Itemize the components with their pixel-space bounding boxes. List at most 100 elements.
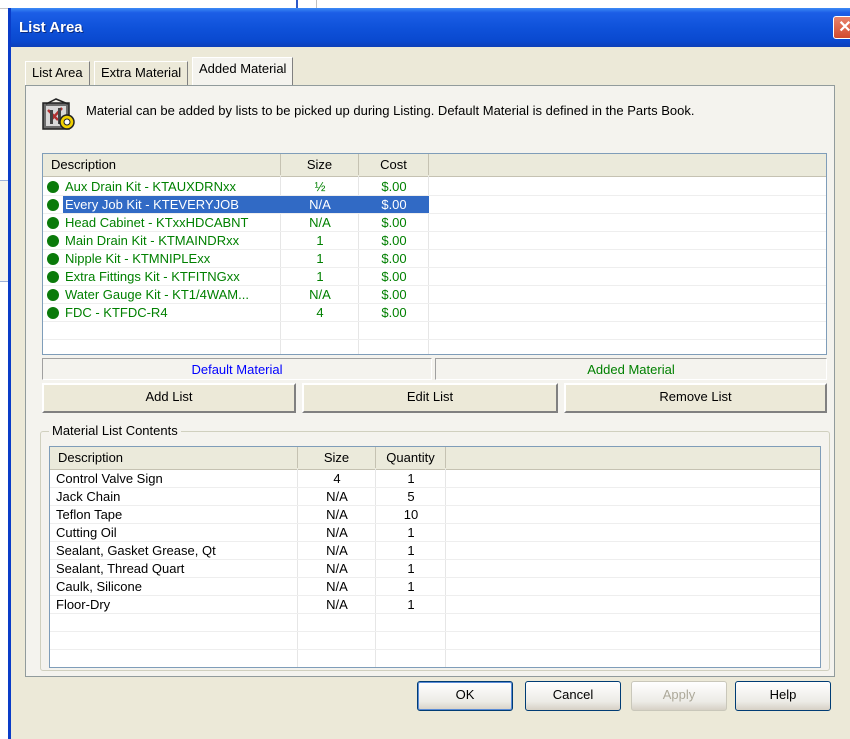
row-description: Main Drain Kit - KTMAINDRxx — [65, 233, 240, 248]
table-row[interactable]: Floor-Dry N/A 1 — [50, 596, 820, 614]
row-size: 1 — [316, 233, 324, 248]
table-row[interactable]: Jack Chain N/A 5 — [50, 488, 820, 506]
table-row[interactable]: Water Gauge Kit - KT1/4WAM... N/A $.00 — [43, 286, 826, 304]
ok-button[interactable]: OK — [417, 681, 513, 711]
row-size: N/A — [281, 196, 359, 214]
window-title: List Area — [19, 19, 83, 36]
table-row[interactable]: Main Drain Kit - KTMAINDRxx 1 $.00 — [43, 232, 826, 250]
row-size: N/A — [326, 561, 348, 576]
column-header-size[interactable]: Size — [298, 447, 376, 468]
row-cost: $.00 — [381, 233, 407, 248]
row-cost: $.00 — [381, 179, 407, 194]
background-divider — [316, 0, 317, 8]
row-size: N/A — [326, 579, 348, 594]
grid-line — [50, 487, 820, 488]
background-divider — [296, 0, 298, 8]
row-quantity: 10 — [403, 507, 419, 522]
row-quantity: 1 — [407, 597, 415, 612]
table-row[interactable]: Caulk, Silicone N/A 1 — [50, 578, 820, 596]
added-material-indicator-icon — [47, 181, 59, 193]
grid-line — [43, 303, 826, 304]
close-button[interactable]: ✕ — [833, 16, 850, 39]
apply-button[interactable]: Apply — [631, 681, 727, 711]
row-description: Nipple Kit - KTMNIPLExx — [65, 251, 211, 266]
grid-line — [43, 213, 826, 214]
added-material-indicator-icon — [47, 271, 59, 283]
grid-line — [43, 195, 826, 196]
row-cost: $.00 — [359, 196, 429, 214]
row-description: Water Gauge Kit - KT1/4WAM... — [65, 287, 249, 302]
table-row[interactable]: Head Cabinet - KTxxHDCABNT N/A $.00 — [43, 214, 826, 232]
table-row[interactable]: Teflon Tape N/A 10 — [50, 506, 820, 524]
table-header: Description Size Quantity — [50, 447, 820, 470]
row-description: Sealant, Gasket Grease, Qt — [56, 543, 216, 558]
group-title: Material List Contents — [49, 423, 181, 438]
grid-line — [50, 667, 820, 668]
table-row[interactable]: Aux Drain Kit - KTAUXDRNxx ½ $.00 — [43, 178, 826, 196]
added-material-indicator-icon — [47, 235, 59, 247]
table-row[interactable]: FDC - KTFDC-R4 4 $.00 — [43, 304, 826, 322]
material-kit-icon — [42, 98, 75, 130]
row-size: 4 — [316, 305, 324, 320]
row-size: N/A — [326, 543, 348, 558]
table-row[interactable]: Control Valve Sign 4 1 — [50, 470, 820, 488]
grid-line — [50, 631, 820, 632]
row-description: Head Cabinet - KTxxHDCABNT — [65, 215, 249, 230]
column-header-description[interactable]: Description — [50, 447, 298, 468]
row-size: 1 — [316, 251, 324, 266]
add-list-button[interactable]: Add List — [42, 383, 296, 413]
tab-added-material[interactable]: Added Material — [192, 57, 294, 85]
row-size: N/A — [309, 287, 331, 302]
row-description: Teflon Tape — [56, 507, 123, 522]
title-bar[interactable]: List Area ✕ — [11, 8, 850, 47]
table-row[interactable]: Sealant, Gasket Grease, Qt N/A 1 — [50, 542, 820, 560]
background-app-edge — [0, 180, 8, 282]
added-material-panel: Material can be added by lists to be pic… — [25, 85, 835, 677]
help-button[interactable]: Help — [735, 681, 831, 711]
grid-line — [43, 339, 826, 340]
row-description: FDC - KTFDC-R4 — [65, 305, 168, 320]
remove-list-button[interactable]: Remove List — [564, 383, 827, 413]
table-row[interactable]: Extra Fittings Kit - KTFITNGxx 1 $.00 — [43, 268, 826, 286]
row-quantity: 1 — [407, 579, 415, 594]
row-size: N/A — [326, 489, 348, 504]
table-row[interactable]: Every Job Kit - KTEVERYJOB N/A $.00 — [43, 196, 826, 214]
row-description: Floor-Dry — [56, 597, 111, 612]
grid-line — [50, 649, 820, 650]
material-lists-table[interactable]: Description Size Cost Aux Drain Kit - KT… — [42, 153, 827, 355]
added-material-indicator-icon — [47, 199, 59, 211]
row-size: N/A — [326, 597, 348, 612]
table-row[interactable]: Sealant, Thread Quart N/A 1 — [50, 560, 820, 578]
row-description: Caulk, Silicone — [56, 579, 142, 594]
material-contents-table[interactable]: Description Size Quantity Control Valve … — [49, 446, 821, 668]
column-header-quantity[interactable]: Quantity — [376, 447, 446, 468]
cancel-button[interactable]: Cancel — [525, 681, 621, 711]
row-quantity: 1 — [407, 471, 415, 486]
row-size: N/A — [309, 215, 331, 230]
row-size: N/A — [326, 525, 348, 540]
grid-line — [43, 267, 826, 268]
default-material-legend: Default Material — [42, 358, 432, 380]
grid-line — [43, 249, 826, 250]
column-header-description[interactable]: Description — [43, 154, 281, 175]
row-size: N/A — [326, 507, 348, 522]
table-row[interactable]: Nipple Kit - KTMNIPLExx 1 $.00 — [43, 250, 826, 268]
list-area-dialog: List Area ✕ List Area Extra Material Add… — [8, 8, 850, 739]
info-text: Material can be added by lists to be pic… — [86, 103, 695, 118]
row-description: Every Job Kit - KTEVERYJOB — [63, 196, 281, 214]
edit-list-button[interactable]: Edit List — [302, 383, 558, 413]
row-cost: $.00 — [381, 251, 407, 266]
column-header-size[interactable]: Size — [281, 154, 359, 175]
row-size: ½ — [314, 179, 326, 194]
column-header-cost[interactable]: Cost — [359, 154, 429, 175]
added-material-indicator-icon — [47, 217, 59, 229]
row-quantity: 1 — [407, 525, 415, 540]
grid-line — [50, 613, 820, 614]
row-quantity: 1 — [407, 561, 415, 576]
tab-extra-material[interactable]: Extra Material — [94, 61, 189, 85]
row-quantity: 5 — [407, 489, 415, 504]
tab-list-area[interactable]: List Area — [25, 61, 90, 85]
grid-line — [43, 231, 826, 232]
table-row[interactable]: Cutting Oil N/A 1 — [50, 524, 820, 542]
row-size: 4 — [333, 471, 341, 486]
